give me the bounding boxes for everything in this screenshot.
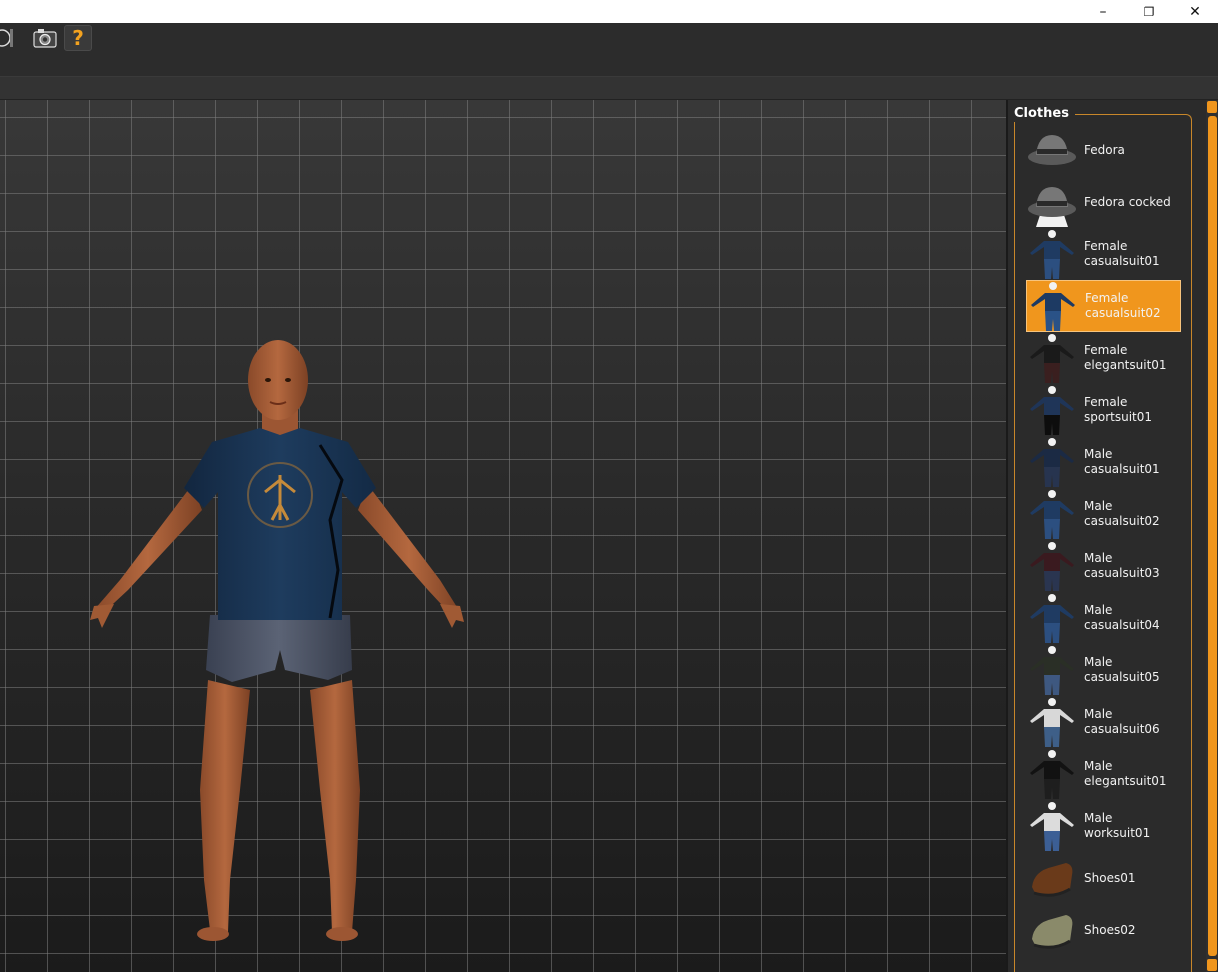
clothes-item[interactable]: Shoes02 — [1026, 904, 1181, 956]
clothes-item-label: Fedora cocked — [1084, 194, 1171, 209]
clothes-panel-title: Clothes — [1014, 106, 1075, 122]
close-button[interactable]: ✕ — [1172, 0, 1218, 23]
clothes-item-label: Female casualsuit01 — [1084, 239, 1160, 268]
camera-icon — [33, 29, 57, 48]
clothes-thumbnail-icon — [1027, 281, 1079, 331]
window-title-bar: – ❐ ✕ — [0, 0, 1218, 23]
clothes-item[interactable]: Female casualsuit02 — [1026, 280, 1181, 332]
3d-viewport[interactable] — [0, 100, 1006, 972]
scrollbar-thumb[interactable] — [1208, 116, 1217, 956]
clothes-item[interactable]: Female elegantsuit01 — [1026, 332, 1181, 384]
scroll-down-button[interactable] — [1207, 959, 1217, 971]
clothes-item-label: Female elegantsuit01 — [1084, 343, 1167, 372]
clothes-item[interactable]: Shoes01 — [1026, 852, 1181, 904]
clothes-item-label: Male casualsuit02 — [1084, 499, 1160, 528]
clothes-item[interactable]: Male casualsuit01 — [1026, 436, 1181, 488]
clothes-item-label: Female sportsuit01 — [1084, 395, 1153, 424]
clothes-item-label: Fedora — [1084, 142, 1125, 157]
clothes-thumbnail-icon — [1026, 385, 1078, 435]
clothes-thumbnail-icon — [1026, 697, 1078, 747]
restore-icon: ❐ — [1143, 4, 1155, 19]
clothes-thumbnail-icon — [1026, 125, 1078, 175]
secondary-toolbar — [0, 55, 1218, 77]
clothes-item-label: Male worksuit01 — [1084, 811, 1151, 840]
clothes-item[interactable]: Male casualsuit06 — [1026, 696, 1181, 748]
clothes-thumbnail-icon — [1026, 177, 1078, 227]
clothes-item[interactable]: Male worksuit01 — [1026, 800, 1181, 852]
human-model — [90, 340, 464, 941]
clothes-thumbnail-icon — [1026, 905, 1078, 955]
clothes-item[interactable]: Male casualsuit04 — [1026, 592, 1181, 644]
restore-button[interactable]: ❐ — [1126, 0, 1172, 23]
help-button[interactable]: ? — [64, 25, 92, 51]
clothes-item[interactable]: Fedora — [1026, 124, 1181, 176]
clothes-item-label: Male casualsuit01 — [1084, 447, 1160, 476]
clothes-thumbnail-icon — [1026, 593, 1078, 643]
clothes-thumbnail-icon — [1026, 229, 1078, 279]
clothes-item[interactable]: Fedora cocked — [1026, 176, 1181, 228]
clothes-item[interactable]: Male casualsuit03 — [1026, 540, 1181, 592]
clothes-thumbnail-icon — [1026, 333, 1078, 383]
clothes-item-label: Shoes02 — [1084, 922, 1136, 937]
help-icon: ? — [72, 26, 84, 50]
close-icon: ✕ — [1189, 3, 1201, 20]
clothes-item[interactable]: Male elegantsuit01 — [1026, 748, 1181, 800]
main-toolbar: ? — [0, 23, 1218, 55]
clothes-thumbnail-icon — [1026, 541, 1078, 591]
minimize-icon: – — [1099, 3, 1107, 20]
view-sphere-button[interactable] — [0, 25, 14, 51]
minimize-button[interactable]: – — [1080, 0, 1126, 23]
clothes-item[interactable]: Male casualsuit05 — [1026, 644, 1181, 696]
clothes-thumbnail-icon — [1026, 489, 1078, 539]
clothes-item[interactable]: Male casualsuit02 — [1026, 488, 1181, 540]
clothes-item-label: Male casualsuit03 — [1084, 551, 1160, 580]
clothes-item[interactable]: Female casualsuit01 — [1026, 228, 1181, 280]
clothes-thumbnail-icon — [1026, 801, 1078, 851]
clothes-item-label: Shoes01 — [1084, 870, 1136, 885]
clothes-item[interactable]: Female sportsuit01 — [1026, 384, 1181, 436]
screenshot-button[interactable] — [30, 25, 60, 51]
clothes-item-label: Male casualsuit04 — [1084, 603, 1160, 632]
clothes-thumbnail-icon — [1026, 749, 1078, 799]
clothes-item-label: Male casualsuit05 — [1084, 655, 1160, 684]
clothes-item-label: Female casualsuit02 — [1085, 291, 1161, 320]
clothes-item-label: Male elegantsuit01 — [1084, 759, 1167, 788]
clothes-thumbnail-icon — [1026, 645, 1078, 695]
clothes-thumbnail-icon — [1026, 853, 1078, 903]
clothes-item-label: Male casualsuit06 — [1084, 707, 1160, 736]
tab-strip — [0, 77, 1218, 100]
clothes-thumbnail-icon — [1026, 437, 1078, 487]
scroll-up-button[interactable] — [1207, 101, 1217, 113]
sphere-gizmo-icon — [0, 29, 13, 47]
clothes-list[interactable]: Fedora Fedora cocked Female casualsuit01 Fe… — [1026, 124, 1182, 956]
